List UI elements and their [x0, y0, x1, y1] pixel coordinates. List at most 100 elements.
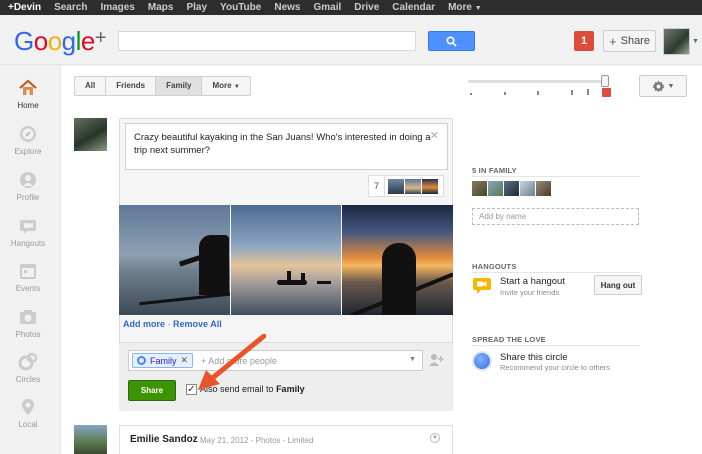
photo-thumbnail[interactable]	[405, 178, 421, 194]
topbar-item-maps[interactable]: Maps	[148, 2, 174, 13]
tab-more[interactable]: More ▼	[202, 77, 249, 95]
nav-item-hangouts[interactable]: Hangouts	[0, 216, 56, 248]
share-circle-title[interactable]: Share this circle	[500, 352, 568, 363]
topbar-item-drive[interactable]: Drive	[354, 2, 379, 13]
nav-item-label: Explore	[14, 147, 42, 156]
right-sidebar	[462, 66, 702, 454]
post-author[interactable]: Emilie Sandoz	[130, 434, 198, 445]
photo-kayaks-on-water[interactable]	[231, 205, 341, 315]
remove-chip-icon[interactable]: ✕	[181, 355, 189, 366]
topbar-item-calendar[interactable]: Calendar	[392, 2, 435, 13]
family-avatars	[472, 181, 551, 196]
add-more-link[interactable]: Add more	[123, 319, 165, 329]
member-avatar[interactable]	[520, 181, 535, 196]
alert-icon	[602, 88, 611, 97]
google-plus-logo[interactable]: Google+	[14, 26, 107, 57]
post-visibility[interactable]: Limited	[288, 436, 314, 445]
nav-item-label: Photos	[15, 330, 41, 339]
nav-item-label: Events	[15, 284, 41, 293]
nav-item-profile[interactable]: Profile	[0, 170, 56, 202]
photo-thumbnail-strip[interactable]: 7	[368, 175, 444, 197]
topbar-item-more[interactable]: More ▼	[448, 2, 482, 13]
chevron-down-icon[interactable]: ▼	[692, 38, 699, 45]
chevron-down-icon[interactable]: ▼	[409, 356, 416, 363]
photo-kayaker-pointing[interactable]	[119, 205, 230, 315]
slider-tick	[504, 92, 506, 95]
member-avatar[interactable]	[536, 181, 551, 196]
notification-count[interactable]: 1	[574, 31, 594, 51]
gear-icon	[652, 80, 664, 92]
share-button-top[interactable]: + Share	[603, 30, 656, 52]
slider-tick	[587, 89, 589, 95]
search-icon	[446, 35, 457, 47]
search-button[interactable]	[428, 31, 475, 51]
tab-family[interactable]: Family	[156, 77, 203, 95]
divider	[472, 272, 640, 273]
share-circle-subtitle: Recommend your circle to others	[500, 363, 611, 372]
circle-icon	[137, 356, 146, 365]
topbar-item-images[interactable]: Images	[100, 2, 134, 13]
post-text-field[interactable]: Crazy beautiful kayaking in the San Juan…	[125, 123, 448, 170]
profile-icon	[20, 172, 36, 188]
nav-item-explore[interactable]: Explore	[0, 124, 56, 156]
post-date[interactable]: May 21, 2012	[200, 436, 248, 445]
circles-icon	[18, 352, 38, 371]
photo-kayaker-sunset[interactable]	[342, 205, 453, 315]
nav-item-events[interactable]: Events	[0, 261, 56, 293]
slider-track	[468, 80, 608, 83]
circle-icon	[472, 351, 492, 371]
post-menu-icon[interactable]: ▼	[430, 433, 440, 443]
nav-item-home[interactable]: Home	[0, 78, 56, 110]
topbar-item-search[interactable]: Search	[54, 2, 87, 13]
photo-thumbnail[interactable]	[422, 178, 438, 194]
nav-item-circles[interactable]: Circles	[0, 352, 56, 384]
separator: ·	[167, 319, 171, 329]
settings-button[interactable]: ▼	[639, 75, 687, 97]
nav-item-label: Local	[18, 420, 38, 429]
photo-actions: Add more · Remove All	[123, 319, 222, 329]
topbar-item-devin[interactable]: +Devin	[8, 2, 41, 13]
close-icon[interactable]: ✕	[430, 130, 439, 143]
hangout-icon	[20, 220, 36, 234]
circle-chip[interactable]: Family ✕	[132, 353, 194, 368]
tab-more-label: More	[212, 81, 232, 90]
tab-friends[interactable]: Friends	[106, 77, 157, 95]
hang-out-button[interactable]: Hang out	[594, 275, 642, 295]
author-avatar[interactable]	[74, 118, 107, 151]
nav-item-label: Hangouts	[10, 239, 46, 248]
family-heading: 5 IN FAMILY	[472, 166, 517, 175]
profile-avatar[interactable]	[663, 28, 690, 55]
nav-item-local[interactable]: Local	[0, 397, 56, 429]
home-icon	[19, 79, 37, 95]
author-avatar[interactable]	[74, 425, 107, 454]
post-text: Crazy beautiful kayaking in the San Juan…	[134, 132, 431, 156]
search-input[interactable]	[118, 31, 416, 51]
hangout-title[interactable]: Start a hangout	[500, 276, 565, 287]
nav-item-label: Home	[17, 101, 39, 110]
share-button-label: Share	[620, 35, 650, 47]
share-button[interactable]: Share	[128, 380, 176, 401]
photo-count: 7	[369, 176, 385, 196]
topbar-item-youtube[interactable]: YouTube	[220, 2, 261, 13]
chevron-down-icon: ▼	[667, 82, 675, 90]
nav-item-label: Profile	[16, 193, 40, 202]
stream-volume-slider[interactable]	[468, 72, 614, 98]
member-avatar[interactable]	[472, 181, 487, 196]
tab-all[interactable]: All	[75, 77, 107, 95]
share-with-field[interactable]: Family ✕ + Add more people ▼	[128, 350, 423, 371]
remove-all-link[interactable]: Remove All	[173, 319, 222, 329]
hangout-subtitle: Invite your friends	[500, 288, 560, 297]
add-person-icon[interactable]	[428, 352, 444, 368]
chevron-down-icon: ▼	[474, 5, 482, 12]
photo-thumbnail[interactable]	[388, 178, 404, 194]
topbar-item-news[interactable]: News	[274, 2, 300, 13]
add-by-name-input[interactable]: Add by name	[472, 208, 639, 225]
topbar-item-play[interactable]: Play	[186, 2, 207, 13]
camera-icon	[20, 310, 36, 324]
stream-filter-tabs: All Friends Family More ▼	[74, 76, 251, 96]
member-avatar[interactable]	[504, 181, 519, 196]
member-avatar[interactable]	[488, 181, 503, 196]
topbar-item-gmail[interactable]: Gmail	[313, 2, 341, 13]
slider-thumb[interactable]	[601, 75, 609, 87]
nav-item-photos[interactable]: Photos	[0, 307, 56, 339]
